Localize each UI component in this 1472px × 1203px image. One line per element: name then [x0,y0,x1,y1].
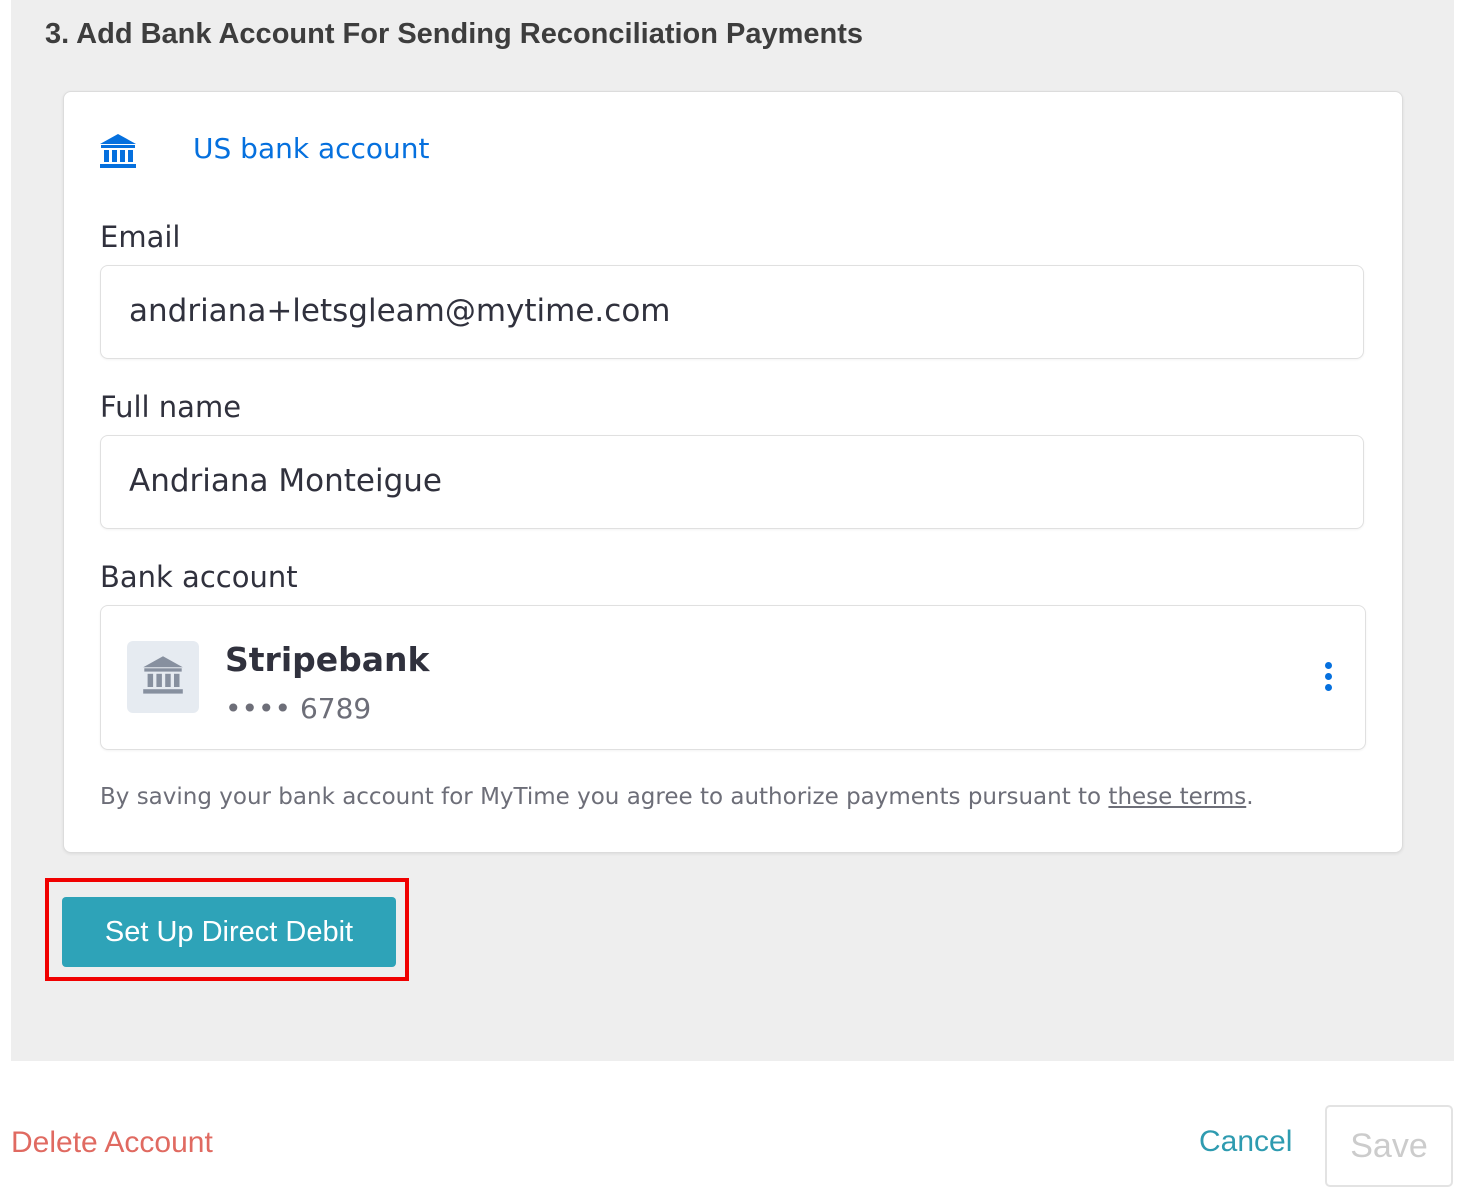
section-title: 3. Add Bank Account For Sending Reconcil… [45,18,864,50]
full-name-field[interactable]: Andriana Monteigue [100,435,1364,529]
more-vertical-icon[interactable] [1321,662,1335,694]
bank-account-section: 3. Add Bank Account For Sending Reconcil… [11,0,1454,1061]
terms-link[interactable]: these terms [1108,784,1246,810]
save-button[interactable]: Save [1325,1105,1453,1187]
terms-text: By saving your bank account for MyTime y… [100,784,1254,810]
bank-account-number: •••• 6789 [225,692,372,725]
email-value: andriana+letsgleam@mytime.com [129,293,671,329]
bank-account-field[interactable]: Stripebank •••• 6789 [100,605,1366,750]
terms-body: By saving your bank account for MyTime y… [100,784,1109,810]
payment-element-card: US bank account Email andriana+letsgleam… [63,91,1403,853]
email-field[interactable]: andriana+letsgleam@mytime.com [100,265,1364,359]
payment-method-label[interactable]: US bank account [193,132,430,165]
bank-name: Stripebank [225,640,430,679]
terms-suffix: . [1246,784,1254,810]
bank-icon [98,132,138,172]
bank-icon [143,656,183,694]
full-name-label: Full name [100,390,242,424]
delete-account-link[interactable]: Delete Account [11,1126,213,1160]
set-up-direct-debit-button[interactable]: Set Up Direct Debit [62,897,396,967]
bank-logo [127,641,199,713]
full-name-value: Andriana Monteigue [129,463,442,499]
cancel-link[interactable]: Cancel [1199,1125,1292,1159]
email-label: Email [100,220,181,254]
bank-account-label: Bank account [100,560,298,594]
